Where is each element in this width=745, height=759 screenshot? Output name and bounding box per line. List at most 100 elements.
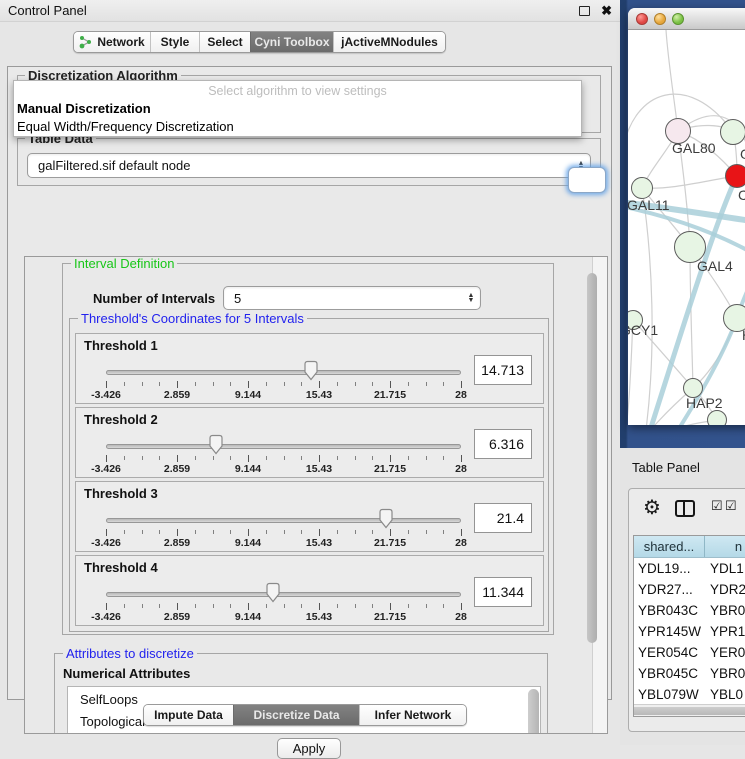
tab-style[interactable]: Style bbox=[150, 32, 199, 52]
cell-shared-name[interactable]: YBL079W bbox=[634, 687, 705, 702]
table-horizontal-scrollbar[interactable] bbox=[634, 704, 745, 716]
cell-name[interactable]: YER0 bbox=[705, 645, 745, 660]
thresholds-group-title: Threshold's Coordinates for 5 Intervals bbox=[78, 311, 307, 326]
number-of-intervals-spinner[interactable]: 5 ▲▼ bbox=[223, 286, 481, 310]
minimize-traffic-light-icon[interactable] bbox=[654, 13, 666, 25]
cyni-toolbox-panel: Discretization Algorithm Table Data galF… bbox=[7, 66, 612, 700]
cell-shared-name[interactable]: YBR045C bbox=[634, 666, 705, 681]
network-node-ga[interactable] bbox=[720, 119, 745, 145]
table-row[interactable]: YDL19...YDL1 bbox=[634, 558, 745, 579]
tick-mark bbox=[230, 530, 231, 534]
tab-select[interactable]: Select bbox=[199, 32, 250, 52]
cell-name[interactable]: YBR0 bbox=[705, 666, 745, 681]
tick-mark bbox=[266, 382, 267, 386]
tick-label: -3.426 bbox=[91, 389, 121, 401]
cell-name[interactable]: YDR2 bbox=[705, 582, 745, 597]
tick-label: 2.859 bbox=[164, 463, 190, 475]
tab-infer-network[interactable]: Infer Network bbox=[359, 705, 466, 725]
node-attribute-table[interactable]: shared... n YDL19...YDL1YDR27...YDR2YBR0… bbox=[633, 535, 745, 717]
threshold-3-slider[interactable]: -3.4262.8599.14415.4321.71528 bbox=[106, 508, 461, 552]
tick-mark bbox=[213, 530, 214, 534]
cell-shared-name[interactable]: YPR145W bbox=[634, 624, 705, 639]
tab-network[interactable]: Network bbox=[74, 32, 150, 52]
tick-mark bbox=[195, 456, 196, 460]
cell-name[interactable]: YPR1 bbox=[705, 624, 745, 639]
tab-infer-network-label: Infer Network bbox=[375, 708, 452, 722]
threshold-3-label: Threshold 3 bbox=[84, 486, 158, 501]
algorithm-hint: Select algorithm to view settings bbox=[14, 84, 581, 98]
slider-track[interactable] bbox=[106, 592, 461, 597]
threshold-2-value[interactable]: 6.316 bbox=[474, 429, 532, 459]
node-label: HAP2 bbox=[686, 395, 723, 411]
table-data-combobox[interactable]: galFiltered.sif default node ▲▼ bbox=[27, 153, 591, 178]
network-window-titlebar[interactable] bbox=[628, 8, 745, 30]
slider-track[interactable] bbox=[106, 518, 461, 523]
gear-icon[interactable]: ⚙ bbox=[643, 495, 661, 520]
tick-mark bbox=[461, 381, 462, 388]
algorithm-option-equal-width[interactable]: Equal Width/Frequency Discretization bbox=[17, 119, 578, 134]
settings-vertical-scrollbar[interactable] bbox=[592, 257, 607, 733]
scrollbar-thumb[interactable] bbox=[633, 707, 745, 715]
threshold-1-slider[interactable]: -3.4262.8599.14415.4321.71528 bbox=[106, 360, 461, 404]
close-icon[interactable]: ✖ bbox=[601, 3, 612, 19]
cell-shared-name[interactable]: YDL19... bbox=[634, 561, 705, 576]
cell-name[interactable]: YBL0 bbox=[705, 687, 745, 702]
slider-thumb[interactable] bbox=[303, 360, 319, 382]
cell-shared-name[interactable]: YBR043C bbox=[634, 603, 705, 618]
table-row[interactable]: YBR043CYBR0 bbox=[634, 600, 745, 621]
cell-name[interactable]: YDL1 bbox=[705, 561, 745, 576]
tab-cyni-toolbox[interactable]: Cyni Toolbox bbox=[250, 32, 333, 52]
network-node-gal11[interactable] bbox=[631, 177, 653, 199]
algorithm-combobox[interactable] bbox=[568, 167, 606, 193]
tab-impute-data[interactable]: Impute Data bbox=[144, 705, 233, 725]
scrollbar-thumb[interactable] bbox=[587, 273, 597, 643]
table-row[interactable]: YDR27...YDR2 bbox=[634, 579, 745, 600]
tick-mark bbox=[337, 456, 338, 460]
float-window-icon[interactable] bbox=[579, 6, 590, 16]
apply-button[interactable]: Apply bbox=[277, 738, 341, 759]
column-header-shared[interactable]: shared... bbox=[634, 536, 705, 557]
network-node[interactable] bbox=[707, 410, 727, 425]
slider-thumb[interactable] bbox=[378, 508, 394, 530]
slider-thumb[interactable] bbox=[265, 582, 281, 604]
tab-jactivemnodules[interactable]: jActiveMNodules bbox=[333, 32, 445, 52]
tick-mark bbox=[301, 530, 302, 534]
cell-name[interactable]: YBR0 bbox=[705, 603, 745, 618]
node-label: GAL4 bbox=[697, 258, 733, 274]
slider-ticks bbox=[106, 454, 461, 463]
columns-icon[interactable] bbox=[675, 500, 695, 517]
threshold-2-slider[interactable]: -3.4262.8599.14415.4321.71528 bbox=[106, 434, 461, 478]
tick-mark bbox=[177, 381, 178, 388]
network-node-c[interactable] bbox=[725, 164, 745, 188]
slider-thumb[interactable] bbox=[208, 434, 224, 456]
threshold-4-value[interactable]: 11.344 bbox=[474, 577, 532, 607]
slider-track[interactable] bbox=[106, 370, 461, 375]
tick-label: 9.144 bbox=[235, 537, 261, 549]
slider-track[interactable] bbox=[106, 444, 461, 449]
node-label: GAL11 bbox=[628, 197, 670, 213]
checkbox-icon[interactable]: ☑ bbox=[711, 498, 723, 514]
bottom-tab-bar: Impute Data Discretize Data Infer Networ… bbox=[143, 704, 467, 726]
threshold-1-value[interactable]: 14.713 bbox=[474, 355, 532, 385]
table-row[interactable]: YBR045CYBR0 bbox=[634, 663, 745, 684]
attributes-list-scrollbar[interactable] bbox=[528, 689, 539, 734]
column-header-name[interactable]: n bbox=[705, 536, 745, 557]
algorithm-option-manual[interactable]: Manual Discretization bbox=[17, 101, 578, 116]
close-traffic-light-icon[interactable] bbox=[636, 13, 648, 25]
threshold-3-value[interactable]: 21.4 bbox=[474, 503, 532, 533]
table-row[interactable]: YBL079WYBL0 bbox=[634, 684, 745, 705]
cell-shared-name[interactable]: YER054C bbox=[634, 645, 705, 660]
zoom-traffic-light-icon[interactable] bbox=[672, 13, 684, 25]
table-row[interactable]: YER054CYER0 bbox=[634, 642, 745, 663]
attribute-list-item[interactable]: BetweennessCentrality bbox=[80, 732, 540, 734]
network-canvas[interactable]: GAL80GACGAL11GAL4GCY1HHAP2 bbox=[628, 30, 745, 425]
tab-discretize-data[interactable]: Discretize Data bbox=[233, 705, 359, 725]
checkbox-icon[interactable]: ☑ bbox=[725, 498, 737, 514]
tick-mark bbox=[443, 604, 444, 608]
tick-mark bbox=[142, 604, 143, 608]
cell-shared-name[interactable]: YDR27... bbox=[634, 582, 705, 597]
table-row[interactable]: YPR145WYPR1 bbox=[634, 621, 745, 642]
threshold-4-slider[interactable]: -3.4262.8599.14415.4321.71528 bbox=[106, 582, 461, 626]
threshold-2-panel: Threshold 2 -3.4262.8599.14415.4321.7152… bbox=[75, 407, 544, 478]
tick-label: 28 bbox=[455, 389, 467, 401]
